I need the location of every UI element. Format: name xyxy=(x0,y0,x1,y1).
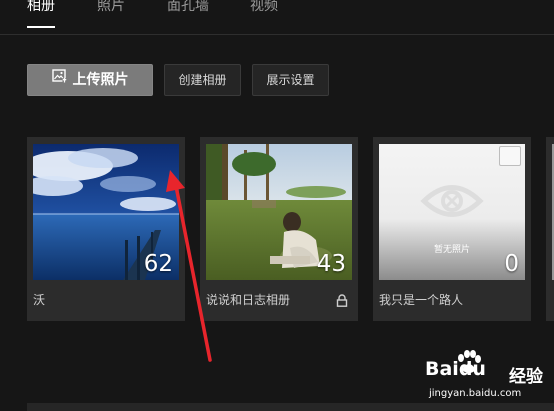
watermark-text: 经验 xyxy=(509,367,543,387)
baidu-jingyan-watermark: Baidu 经验 jingyan.baidu.com xyxy=(425,350,553,406)
watermark-url: jingyan.baidu.com xyxy=(429,388,522,399)
watermark-brand: Baidu xyxy=(425,358,486,380)
